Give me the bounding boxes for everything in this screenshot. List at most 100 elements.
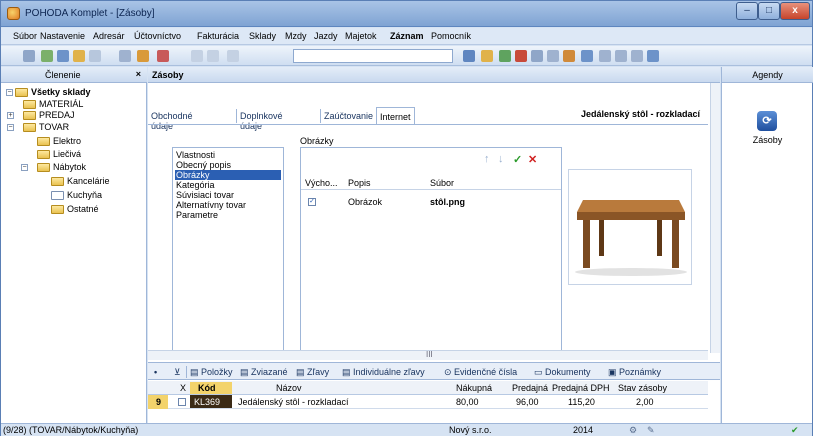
tab-dokumenty[interactable]: ▭ Dokumenty bbox=[534, 367, 591, 378]
column-header-predajna[interactable]: Predajná bbox=[512, 383, 548, 393]
default-image-checkbox[interactable]: ✓ bbox=[308, 198, 316, 206]
category-item-alternativny-tovar[interactable]: Alternatívny tovar bbox=[175, 200, 281, 210]
tab-doplnkove-udaje[interactable]: Doplnkové údaje bbox=[240, 107, 283, 131]
menu-nastavenie[interactable]: Nastavenie bbox=[40, 31, 85, 41]
help-icon[interactable] bbox=[647, 50, 659, 62]
move-down-icon[interactable]: ↓ bbox=[498, 153, 504, 165]
tree-item-vsetky-sklady[interactable]: − Všetky sklady bbox=[1, 87, 147, 98]
column-header-kod[interactable]: Kód bbox=[190, 382, 232, 394]
tab-individualne-zlavy[interactable]: ▤ Individuálne zľavy bbox=[342, 367, 425, 378]
folder-icon bbox=[23, 123, 36, 132]
maximize-button[interactable]: □ bbox=[758, 2, 780, 20]
tab-poznamky[interactable]: ▣ Poznámky bbox=[608, 367, 661, 378]
category-item-parametre[interactable]: Parametre bbox=[175, 210, 281, 220]
zasoby-agenda-icon[interactable]: ⟳ bbox=[757, 111, 777, 131]
menu-jazdy[interactable]: Jazdy bbox=[314, 31, 338, 41]
tree-item-material[interactable]: MATERIÁL bbox=[1, 98, 147, 109]
edit-icon[interactable] bbox=[137, 50, 149, 62]
tree-item-tovar[interactable]: − TOVAR bbox=[1, 122, 147, 133]
pin-icon[interactable]: • bbox=[154, 367, 157, 377]
save-all-icon[interactable] bbox=[207, 50, 219, 62]
vertical-scrollbar[interactable] bbox=[710, 83, 720, 353]
tab-polozky[interactable]: ▤ Položky bbox=[190, 367, 233, 378]
tree-item-nabytok[interactable]: − Nábytok bbox=[1, 162, 147, 173]
users-icon[interactable] bbox=[563, 50, 575, 62]
column-header-nakupna[interactable]: Nákupná bbox=[456, 383, 492, 393]
menu-pomocnik[interactable]: Pomocník bbox=[431, 31, 471, 41]
column-header-vychodzi[interactable]: Výcho... bbox=[305, 178, 338, 188]
undo-icon[interactable] bbox=[227, 50, 239, 62]
menu-sklady[interactable]: Sklady bbox=[249, 31, 276, 41]
category-item-vlastnosti[interactable]: Vlastnosti bbox=[175, 150, 281, 160]
tab-internet[interactable]: Internet bbox=[376, 107, 415, 125]
category-item-obecny-popis[interactable]: Obecný popis bbox=[175, 160, 281, 170]
toolbar-search-input[interactable] bbox=[293, 49, 453, 63]
collapse-icon[interactable]: − bbox=[21, 164, 28, 171]
column-header-stav-zasoby[interactable]: Stav zásoby bbox=[618, 383, 667, 393]
move-up-icon[interactable]: ↑ bbox=[484, 153, 490, 165]
row-checkbox[interactable] bbox=[178, 398, 186, 406]
scroll-grip[interactable]: III bbox=[426, 350, 433, 359]
print-icon[interactable] bbox=[23, 50, 35, 62]
column-header-predajna-dph[interactable]: Predajná DPH bbox=[552, 383, 610, 393]
column-header-x[interactable]: X bbox=[180, 383, 186, 393]
status-ok-icon: ✔ bbox=[791, 425, 799, 435]
tree-item-ostatne[interactable]: Ostatné bbox=[1, 204, 147, 215]
filter-icon[interactable]: ⊻ bbox=[174, 367, 181, 378]
tab-zauctovanie[interactable]: Zaúčtovanie bbox=[324, 107, 373, 125]
column-header-popis[interactable]: Popis bbox=[348, 178, 371, 188]
tab-zviazane[interactable]: ▤ Zviazané bbox=[240, 367, 288, 378]
column-header-subor[interactable]: Súbor bbox=[430, 178, 454, 188]
table-icon[interactable] bbox=[547, 50, 559, 62]
menu-uctovnictvo[interactable]: Účtovníctvo bbox=[134, 31, 181, 41]
save-icon[interactable] bbox=[191, 50, 203, 62]
folder-icon[interactable] bbox=[481, 50, 493, 62]
report-icon[interactable] bbox=[89, 50, 101, 62]
category-item-kategoria[interactable]: Kategória bbox=[175, 180, 281, 190]
menu-fakturacia[interactable]: Fakturácia bbox=[197, 31, 239, 41]
close-button[interactable]: x bbox=[780, 2, 810, 20]
menu-subor[interactable]: Súbor bbox=[13, 31, 37, 41]
column-header-nazov[interactable]: Názov bbox=[276, 383, 302, 393]
tree-item-kancelarie[interactable]: Kancelárie bbox=[1, 176, 147, 187]
tree-item-liecva[interactable]: Liečivá bbox=[1, 149, 147, 160]
collapse-icon[interactable]: − bbox=[6, 89, 13, 96]
collapse-icon[interactable]: − bbox=[7, 124, 14, 131]
gear-icon[interactable]: ⚙ bbox=[629, 425, 637, 436]
tab-zlavy[interactable]: ▤ Zľavy bbox=[296, 367, 329, 378]
pen-icon[interactable]: ✎ bbox=[647, 425, 655, 436]
menu-mzdy[interactable]: Mzdy bbox=[285, 31, 307, 41]
menu-majetok[interactable]: Majetok bbox=[345, 31, 377, 41]
zasoby-agenda-label[interactable]: Zásoby bbox=[722, 135, 813, 145]
category-item-suvisiaci-tovar[interactable]: Súvisiaci tovar bbox=[175, 190, 281, 200]
category-item-obrazky[interactable]: Obrázky bbox=[175, 170, 281, 180]
tab-obchodne-udaje[interactable]: Obchodné údaje bbox=[151, 107, 193, 131]
open-icon[interactable] bbox=[73, 50, 85, 62]
window-icon[interactable] bbox=[599, 50, 611, 62]
tree-item-elektro[interactable]: Elektro bbox=[1, 136, 147, 147]
horizontal-scrollbar[interactable]: III bbox=[148, 350, 708, 360]
delete-icon[interactable]: ✕ bbox=[528, 153, 537, 166]
menu-zaznam[interactable]: Záznam bbox=[390, 31, 424, 41]
navigate-icon[interactable] bbox=[157, 50, 169, 62]
copy-icon[interactable] bbox=[57, 50, 69, 62]
expand-icon[interactable]: + bbox=[7, 112, 14, 119]
filter-icon[interactable] bbox=[463, 50, 475, 62]
minimize-button[interactable]: – bbox=[736, 2, 758, 20]
calendar-icon[interactable] bbox=[581, 50, 593, 62]
confirm-icon[interactable]: ✓ bbox=[513, 153, 522, 166]
list-icon[interactable] bbox=[531, 50, 543, 62]
page-icon[interactable] bbox=[119, 50, 131, 62]
tree-pane-close-button[interactable]: × bbox=[136, 69, 141, 79]
new-record-icon[interactable] bbox=[41, 50, 53, 62]
web-icon[interactable] bbox=[515, 50, 527, 62]
refresh-icon[interactable] bbox=[499, 50, 511, 62]
table-row[interactable]: 9 KL369 Jedálenský stôl - rozkladací 80,… bbox=[148, 395, 708, 409]
tab-evidencne-cisla[interactable]: ⊙ Evidenčné čísla bbox=[444, 367, 517, 378]
panel-icon[interactable] bbox=[631, 50, 643, 62]
tree-item-kuchyna[interactable]: Kuchyňa bbox=[1, 190, 147, 201]
layout-icon[interactable] bbox=[615, 50, 627, 62]
tree-item-predaj[interactable]: + PREDAJ bbox=[1, 110, 147, 121]
menu-adresar[interactable]: Adresár bbox=[93, 31, 125, 41]
kod-cell: KL369 bbox=[190, 395, 232, 408]
